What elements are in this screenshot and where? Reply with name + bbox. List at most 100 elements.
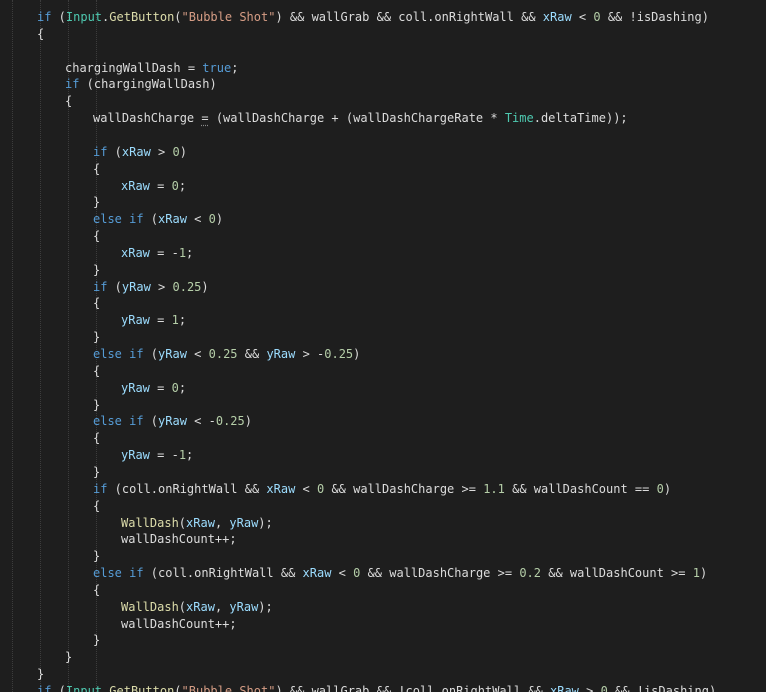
code-line[interactable]: if (coll.onRightWall && xRaw < 0 && wall… xyxy=(93,481,671,498)
code-token: { xyxy=(65,94,73,109)
code-line[interactable]: xRaw = 0; xyxy=(121,178,186,195)
code-line[interactable]: { xyxy=(93,295,100,312)
code-line[interactable]: wallDashCount++; xyxy=(121,616,237,633)
code-token: = xyxy=(149,178,172,193)
code-line[interactable]: else if (yRaw < -0.25) xyxy=(93,413,252,430)
code-token: > - xyxy=(295,347,325,361)
code-line[interactable]: yRaw = 0; xyxy=(121,380,186,397)
code-line[interactable]: else if (yRaw < 0.25 && yRaw > -0.25) xyxy=(93,346,360,363)
code-token: ; xyxy=(178,380,187,395)
code-line[interactable]: { xyxy=(93,161,100,178)
code-token: { xyxy=(93,161,101,176)
code-token: if xyxy=(93,279,108,294)
code-token: (wallDashCharge + (wallDashChargeRate * xyxy=(208,111,505,126)
code-line[interactable]: { xyxy=(93,363,100,380)
code-line[interactable]: if (Input.GetButton("Bubble Shot") && wa… xyxy=(37,683,716,692)
code-token: (coll.onRightWall && xyxy=(107,481,267,496)
code-line[interactable]: } xyxy=(93,464,100,481)
code-line[interactable]: } xyxy=(37,666,44,683)
code-token: 0 xyxy=(656,481,664,496)
code-token: ( xyxy=(143,347,159,361)
code-token: ) xyxy=(179,144,187,159)
code-token: if xyxy=(93,481,108,496)
code-token: 0.2 xyxy=(519,566,541,581)
code-editor[interactable]: if (Input.GetButton("Bubble Shot") && wa… xyxy=(0,0,766,692)
code-token: { xyxy=(93,296,101,311)
code-line[interactable]: } xyxy=(93,632,100,649)
code-line[interactable]: wallDashCount++; xyxy=(121,531,237,548)
code-token: ( xyxy=(143,212,159,227)
code-token: < xyxy=(571,10,594,24)
code-line[interactable]: { xyxy=(37,26,44,43)
code-token: = xyxy=(149,313,172,328)
code-token: ( xyxy=(51,684,66,692)
code-token: xRaw xyxy=(550,684,579,692)
code-token: 1.1 xyxy=(483,481,505,496)
code-token: 0 xyxy=(208,212,216,227)
code-line[interactable]: } xyxy=(93,548,100,565)
code-token: } xyxy=(93,464,101,479)
code-line[interactable]: if (yRaw > 0.25) xyxy=(93,279,209,296)
code-line[interactable]: else if (xRaw < 0) xyxy=(93,211,223,228)
indent-guide xyxy=(40,0,41,692)
code-token: xRaw xyxy=(121,178,150,193)
code-token: ; xyxy=(231,60,239,75)
code-line[interactable]: { xyxy=(93,498,100,515)
code-line[interactable]: } xyxy=(93,194,100,211)
code-token: && wallDashCharge >= xyxy=(360,566,520,581)
code-line[interactable]: if (chargingWallDash) xyxy=(65,76,217,93)
code-token: ( xyxy=(178,515,187,530)
code-line[interactable]: { xyxy=(93,430,100,447)
code-token: xRaw xyxy=(186,515,215,530)
code-token: ; xyxy=(178,178,187,193)
code-token: ) xyxy=(663,481,672,496)
code-token: yRaw xyxy=(121,313,150,328)
code-token: 0 xyxy=(171,178,179,193)
code-token: 0.25 xyxy=(172,279,202,294)
code-token: } xyxy=(65,650,73,665)
code-line[interactable]: WallDash(xRaw, yRaw); xyxy=(121,515,273,532)
code-line[interactable]: } xyxy=(65,649,72,666)
code-token: = xyxy=(149,380,172,395)
code-line[interactable]: { xyxy=(93,582,100,599)
code-token: { xyxy=(93,229,101,244)
code-token: yRaw xyxy=(158,347,187,361)
code-line[interactable]: { xyxy=(65,93,72,110)
code-token: chargingWallDash = xyxy=(65,60,203,75)
code-line[interactable]: } xyxy=(93,329,100,346)
code-token: > xyxy=(150,144,173,159)
code-token: "Bubble Shot" xyxy=(181,10,276,24)
code-line[interactable]: WallDash(xRaw, yRaw); xyxy=(121,599,273,616)
code-line[interactable]: xRaw = -1; xyxy=(121,245,193,262)
code-token: wallDashCount++; xyxy=(121,616,237,631)
code-line[interactable]: wallDashCharge = (wallDashCharge + (wall… xyxy=(93,110,628,127)
code-token: true xyxy=(202,60,232,75)
code-token: else if xyxy=(93,566,144,581)
code-token: GetButton xyxy=(109,10,175,24)
code-line[interactable]: } xyxy=(93,262,100,279)
code-line[interactable]: else if (coll.onRightWall && xRaw < 0 &&… xyxy=(93,565,707,582)
code-line[interactable]: yRaw = -1; xyxy=(121,447,193,464)
code-token: ); xyxy=(258,599,273,614)
code-token: .deltaTime)); xyxy=(533,111,628,126)
code-line[interactable]: } xyxy=(93,397,100,414)
code-line[interactable]: if (Input.GetButton("Bubble Shot") && wa… xyxy=(37,9,709,26)
code-token: ( xyxy=(107,144,122,159)
code-token: ; xyxy=(186,448,194,463)
code-token: < xyxy=(186,212,209,227)
code-token: , xyxy=(214,515,230,530)
indent-guide xyxy=(12,0,13,692)
code-token: wallDashCount++; xyxy=(121,532,237,547)
code-token: { xyxy=(93,363,101,378)
code-line[interactable]: chargingWallDash = true; xyxy=(65,60,238,77)
code-token: 1 xyxy=(178,245,187,260)
code-token: , xyxy=(214,599,230,614)
code-line[interactable]: yRaw = 1; xyxy=(121,312,186,329)
code-line[interactable]: { xyxy=(93,228,100,245)
code-token: 0 xyxy=(600,684,608,692)
code-token: ) xyxy=(699,566,708,581)
code-token: 1 xyxy=(171,313,179,328)
code-line[interactable]: if (xRaw > 0) xyxy=(93,144,187,161)
code-token: < - xyxy=(186,414,216,429)
code-token: xRaw xyxy=(158,212,187,227)
